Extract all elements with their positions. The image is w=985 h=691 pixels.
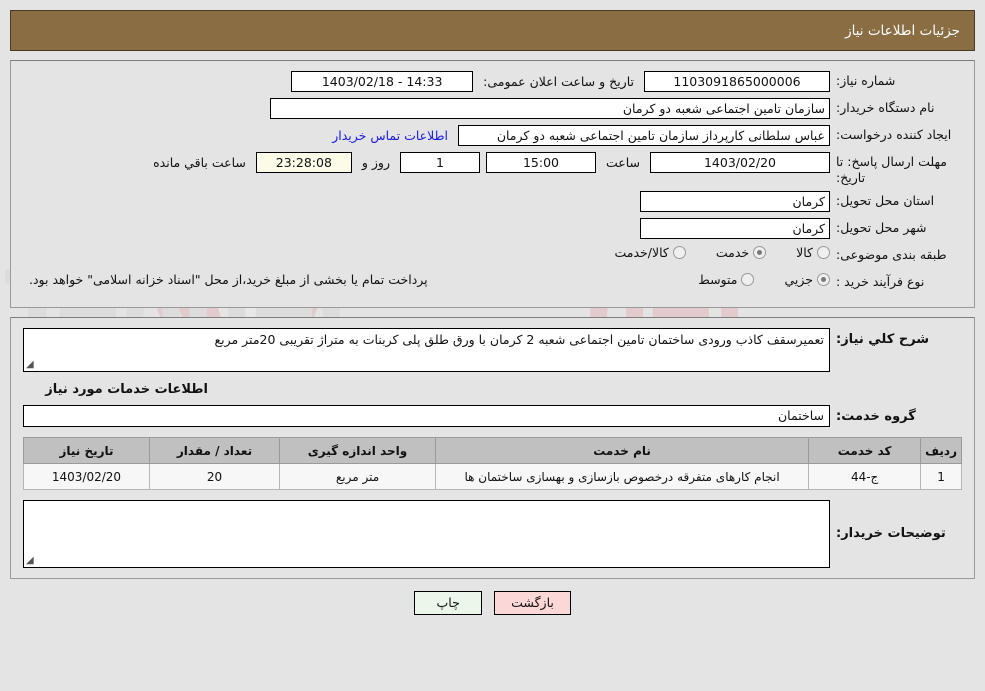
row-city: شهر محل تحویل: کرمان [23, 218, 962, 240]
row-buyer-org: نام دستگاه خریدار: سازمان تامین اجتماعی … [23, 98, 962, 119]
need-description-panel: شرح کلي نیاز: تعمیرسقف کاذب ورودی ساختما… [10, 317, 975, 580]
radio-option-jozi[interactable]: جزیي [784, 272, 830, 287]
description-text: تعمیرسقف کاذب ورودی ساختمان تامین اجتماع… [214, 332, 824, 348]
days-unit-label: روز و [361, 155, 390, 170]
row-deadline: مهلت ارسال پاسخ: تا تاریخ: 1403/02/20 سا… [23, 152, 962, 185]
deadline-date-field: 1403/02/20 [650, 152, 830, 173]
row-description: شرح کلي نیاز: تعمیرسقف کاذب ورودی ساختما… [23, 328, 962, 373]
resize-grip-icon[interactable]: ◢ [26, 360, 34, 370]
province-field: کرمان [640, 191, 830, 213]
cell-unit: متر مربع [279, 463, 436, 491]
buyer-contact-link[interactable]: اطلاعات تماس خریدار [328, 128, 452, 143]
countdown-field: 23:28:08 [255, 152, 352, 173]
creator-field: عباس سلطانی کارپرداز سازمان تامین اجتماع… [458, 125, 830, 146]
radio-khedmat-icon[interactable] [753, 246, 767, 260]
process-radio-group: جزیي متوسط [672, 272, 830, 287]
row-creator: ایجاد کننده درخواست: عباس سلطانی کارپردا… [23, 125, 962, 146]
row-buyer-notes: توضیحات خریدار: ◢ [23, 500, 962, 569]
creator-label: ایجاد کننده درخواست: [836, 127, 952, 142]
cell-code: ج-44 [808, 463, 922, 491]
footer-actions: بازگشت چاپ [10, 591, 975, 616]
radio-motevaset-label: متوسط [698, 272, 738, 288]
payment-note: پرداخت تمام یا بخشی از مبلغ خرید،از محل … [29, 272, 428, 288]
radio-kala-icon[interactable] [817, 246, 830, 260]
services-section-title: اطلاعات خدمات مورد نیاز [45, 382, 208, 398]
remaining-hours-label: ساعت باقي مانده [153, 155, 246, 170]
city-field: کرمان [640, 218, 830, 240]
clock-label: ساعت [605, 155, 640, 170]
description-textarea[interactable]: تعمیرسقف کاذب ورودی ساختمان تامین اجتماع… [23, 328, 830, 373]
services-table: ردیف کد خدمت نام خدمت واحد اندازه گیری ت… [23, 437, 962, 491]
buyer-org-label: نام دستگاه خریدار: [836, 100, 935, 115]
radio-khedmat-label: خدمت [715, 245, 750, 261]
row-category: طبقه بندی موضوعی: کالا خدمت کالا/خدمت [23, 245, 962, 266]
window-title-bar: جزئیات اطلاعات نیاز [10, 10, 975, 51]
radio-motevaset-icon[interactable] [741, 273, 755, 287]
row-province: استان محل تحویل: کرمان [23, 191, 962, 213]
announce-datetime-field: 14:33 - 1403/02/18 [291, 71, 474, 92]
radio-option-motevaset[interactable]: متوسط [698, 272, 755, 288]
radio-kala-khedmat-icon[interactable] [672, 246, 686, 260]
buyer-notes-textarea[interactable]: ◢ [23, 500, 830, 569]
radio-jozi-label: جزیي [784, 272, 813, 288]
notes-resize-grip-icon[interactable]: ◢ [26, 556, 34, 566]
radio-option-kala[interactable]: کالا [796, 245, 830, 260]
category-radio-group: کالا خدمت کالا/خدمت [588, 245, 830, 260]
need-number-label: شماره نیاز: [836, 73, 896, 88]
buyer-org-field: سازمان تامین اجتماعی شعبه دو کرمان [270, 98, 830, 119]
description-label: شرح کلي نیاز: [836, 332, 930, 348]
cell-index: 1 [920, 463, 962, 491]
col-date: تاریخ نیاز [23, 437, 150, 465]
service-group-label: گروه خدمت: [836, 408, 916, 424]
col-quantity: تعداد / مقدار [149, 437, 280, 465]
table-row: 1 ج-44 انجام کارهای متفرقه درخصوص بازساز… [23, 463, 962, 491]
table-header-row: ردیف کد خدمت نام خدمت واحد اندازه گیری ت… [23, 437, 962, 465]
back-button[interactable]: بازگشت [494, 591, 571, 616]
row-service-group: گروه خدمت: ساختمان [23, 405, 962, 428]
col-name: نام خدمت [434, 437, 810, 465]
cell-quantity: 20 [149, 463, 280, 491]
need-number-field: 1103091865000006 [644, 71, 830, 92]
cell-date: 1403/02/20 [23, 463, 150, 491]
announce-label: تاریخ و ساعت اعلان عمومی: [483, 74, 634, 89]
category-label: طبقه بندی موضوعی: [836, 247, 947, 263]
row-need-number: شماره نیاز: 1103091865000006 تاریخ و ساع… [23, 71, 962, 92]
col-code: کد خدمت [808, 437, 922, 465]
deadline-time-field: 15:00 [485, 152, 596, 173]
col-index: ردیف [920, 437, 962, 465]
radio-option-khedmat[interactable]: خدمت [715, 245, 767, 261]
radio-option-kala-khedmat[interactable]: کالا/خدمت [614, 245, 686, 261]
city-label: شهر محل تحویل: [836, 220, 927, 236]
radio-kala-khedmat-label: کالا/خدمت [614, 245, 669, 261]
col-unit: واحد اندازه گیری [279, 437, 436, 465]
page-title: جزئیات اطلاعات نیاز [845, 22, 960, 39]
cell-name: انجام کارهای متفرقه درخصوص بازسازی و بهس… [434, 463, 810, 491]
radio-jozi-icon[interactable] [817, 273, 830, 287]
process-label: نوع فرآیند خرید : [836, 274, 925, 290]
deadline-label: مهلت ارسال پاسخ: تا تاریخ: [836, 154, 947, 185]
remaining-days-field: 1 [399, 152, 480, 173]
province-label: استان محل تحویل: [836, 193, 935, 209]
buyer-notes-label: توضیحات خریدار: [836, 526, 946, 542]
row-process-type: نوع فرآیند خرید : جزیي متوسط پرداخت تمام… [23, 272, 962, 293]
radio-kala-label: کالا [796, 245, 813, 261]
print-button[interactable]: چاپ [414, 591, 483, 616]
need-details-panel: شماره نیاز: 1103091865000006 تاریخ و ساع… [10, 60, 975, 309]
service-group-field: ساختمان [23, 405, 830, 428]
